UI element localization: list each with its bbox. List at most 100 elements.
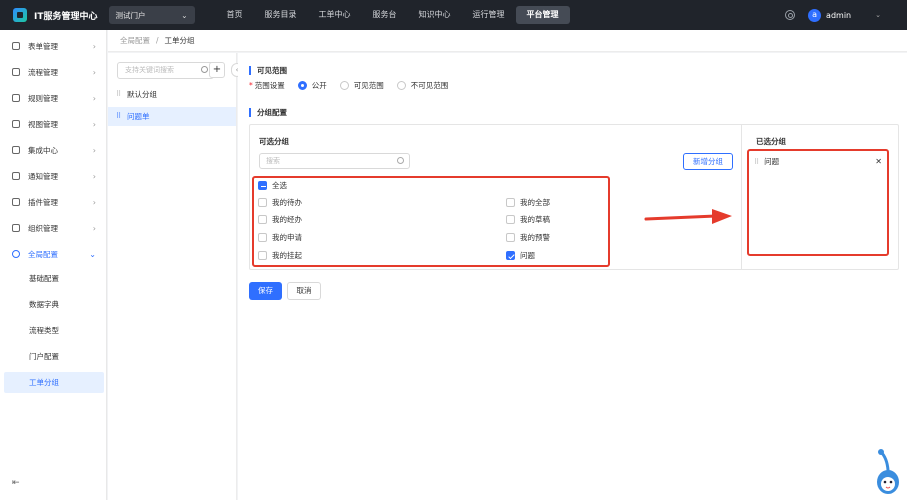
radio-dot (396, 81, 406, 90)
rule-icon (12, 94, 20, 102)
add-group-button[interactable]: + (209, 62, 225, 78)
chevron-down-icon[interactable]: ⌄ (875, 11, 881, 19)
nav-platform-admin[interactable]: 平台管理 (515, 6, 570, 24)
avatar[interactable]: a (808, 8, 822, 22)
sidebar-item-integration[interactable]: 集成中心 › (0, 138, 107, 162)
chevron-right-icon: › (92, 93, 96, 103)
chevron-right-icon: › (92, 145, 96, 155)
nav-knowledge-center[interactable]: 知识中心 (408, 6, 462, 24)
sidebar-item-rule[interactable]: 规则管理 › (0, 86, 107, 110)
checkbox-label: 我的草稿 (520, 215, 550, 224)
arrow-right-icon (644, 209, 732, 224)
sidebar-item-label: 插件管理 (28, 197, 58, 207)
radio-label: 不可见范围 (410, 81, 449, 90)
checkbox-label: 我的挂起 (272, 251, 302, 260)
sidebar-item-org[interactable]: 组织管理 › (0, 216, 107, 240)
sidebar-sub-portal-config[interactable]: 门户配置 (4, 346, 104, 367)
chevron-down-icon: ⌄ (89, 249, 96, 259)
sidebar-item-label: 通知管理 (28, 171, 58, 181)
nav-service-catalog[interactable]: 服务目录 (254, 6, 308, 24)
radio-label: 公开 (311, 81, 327, 90)
option-my-request[interactable]: 我的申请 (258, 232, 302, 243)
sidebar-item-flow[interactable]: 流程管理 › (0, 60, 107, 84)
main-nav: 首页 服务目录 工单中心 服务台 知识中心 运行管理 平台管理 (216, 0, 570, 30)
available-search-placeholder: 搜索 (266, 157, 280, 165)
option-my-todo[interactable]: 我的待办 (258, 197, 302, 208)
sidebar-item-plugin[interactable]: 插件管理 › (0, 190, 107, 214)
checkbox-label: 我的申请 (272, 233, 302, 242)
radio-visible-range[interactable]: 可见范围 (339, 80, 384, 91)
sidebar-item-label: 流程管理 (28, 67, 58, 77)
save-button[interactable]: 保存 (249, 282, 282, 300)
checkbox-box (506, 251, 515, 260)
option-my-all[interactable]: 我的全部 (506, 197, 550, 208)
sidebar-sub-data-dictionary[interactable]: 数据字典 (4, 294, 104, 315)
option-my-handled[interactable]: 我的经办 (258, 214, 302, 225)
checkbox-box (258, 251, 267, 260)
checkbox-box (506, 198, 515, 207)
sidebar-sub-basic-config[interactable]: 基础配置 (4, 268, 104, 289)
available-options-highlight: 全选 我的待办 我的全部 我的经办 我的草稿 我的申请 我的预警 我的挂起 问题 (252, 176, 610, 267)
nav-service-desk[interactable]: 服务台 (362, 6, 408, 24)
new-group-button[interactable]: 新增分组 (683, 153, 733, 170)
gear-icon[interactable] (785, 10, 796, 20)
checkbox-box (258, 198, 267, 207)
option-my-suspended[interactable]: 我的挂起 (258, 250, 302, 261)
checkbox-label: 我的全部 (520, 198, 550, 207)
range-setting-label: 范围设置 (254, 81, 285, 90)
option-problem[interactable]: 问题 (506, 250, 535, 261)
checkbox-label: 问题 (520, 251, 535, 260)
sidebar-sub-ticket-group[interactable]: 工单分组 (4, 372, 104, 393)
selected-item-problem[interactable]: ⠿ 问题 ✕ (751, 154, 885, 169)
group-item-default[interactable]: ⠿ 默认分组 (108, 85, 236, 104)
bell-icon (12, 172, 20, 180)
drag-handle-icon[interactable]: ⠿ (754, 158, 759, 166)
sidebar-item-notify[interactable]: 通知管理 › (0, 164, 107, 188)
username[interactable]: admin (826, 11, 851, 20)
drag-handle-icon[interactable]: ⠿ (116, 107, 121, 126)
cancel-button[interactable]: 取消 (287, 282, 321, 300)
sidebar-sub-flow-type[interactable]: 流程类型 (4, 320, 104, 341)
nav-home[interactable]: 首页 (216, 6, 254, 24)
select-all-checkbox[interactable]: 全选 (258, 180, 287, 191)
breadcrumb-parent[interactable]: 全局配置 (120, 35, 150, 46)
sidebar-item-form[interactable]: 表单管理 › (0, 34, 107, 58)
chevron-down-icon: ⌄ (181, 10, 188, 20)
option-my-draft[interactable]: 我的草稿 (506, 214, 550, 225)
radio-public[interactable]: 公开 (297, 80, 327, 91)
radio-dot (339, 81, 349, 90)
drag-handle-icon[interactable]: ⠿ (116, 85, 121, 104)
plugin-icon (12, 198, 20, 206)
chevron-right-icon: › (92, 41, 96, 51)
group-config-section-title: 分组配置 (249, 108, 287, 117)
visibility-section-title: 可见范围 (249, 66, 287, 75)
visibility-range-row: * 范围设置 公开 可见范围 不可见范围 (249, 80, 448, 91)
app-logo-icon (13, 8, 27, 22)
sidebar-item-view[interactable]: 视图管理 › (0, 112, 107, 136)
sidebar-item-label: 组织管理 (28, 223, 58, 233)
chevron-right-icon: › (92, 119, 96, 129)
required-marker: * (249, 81, 253, 90)
close-icon[interactable]: ✕ (875, 157, 882, 166)
sidebar-item-label: 全局配置 (28, 249, 58, 259)
group-item-label: 问题单 (127, 112, 150, 121)
checkbox-label: 全选 (272, 181, 287, 190)
portal-select[interactable]: 测试门户 ⌄ (108, 6, 195, 24)
sidebar-item-label: 规则管理 (28, 93, 58, 103)
collapse-sidebar-icon[interactable]: ⇤ (12, 478, 20, 488)
breadcrumb-current: 工单分组 (164, 36, 195, 45)
checkbox-box (258, 233, 267, 242)
checkbox-box (506, 233, 515, 242)
sidebar-item-label: 集成中心 (28, 145, 58, 155)
group-item-problem[interactable]: ⠿ 问题单 (108, 107, 236, 126)
nav-operations[interactable]: 运行管理 (462, 6, 516, 24)
available-search-input[interactable]: 搜索 (259, 153, 410, 169)
group-search-placeholder: 支持关键词搜索 (125, 66, 174, 74)
selected-groups-list: ⠿ 问题 ✕ (747, 149, 889, 256)
radio-invisible-range[interactable]: 不可见范围 (396, 80, 449, 91)
checkbox-label: 我的经办 (272, 215, 302, 224)
group-search-input[interactable]: 支持关键词搜索 (117, 62, 214, 79)
option-my-warning[interactable]: 我的预警 (506, 232, 550, 243)
sidebar-item-global-config[interactable]: 全局配置 ⌄ (0, 242, 107, 266)
nav-ticket-center[interactable]: 工单中心 (308, 6, 362, 24)
